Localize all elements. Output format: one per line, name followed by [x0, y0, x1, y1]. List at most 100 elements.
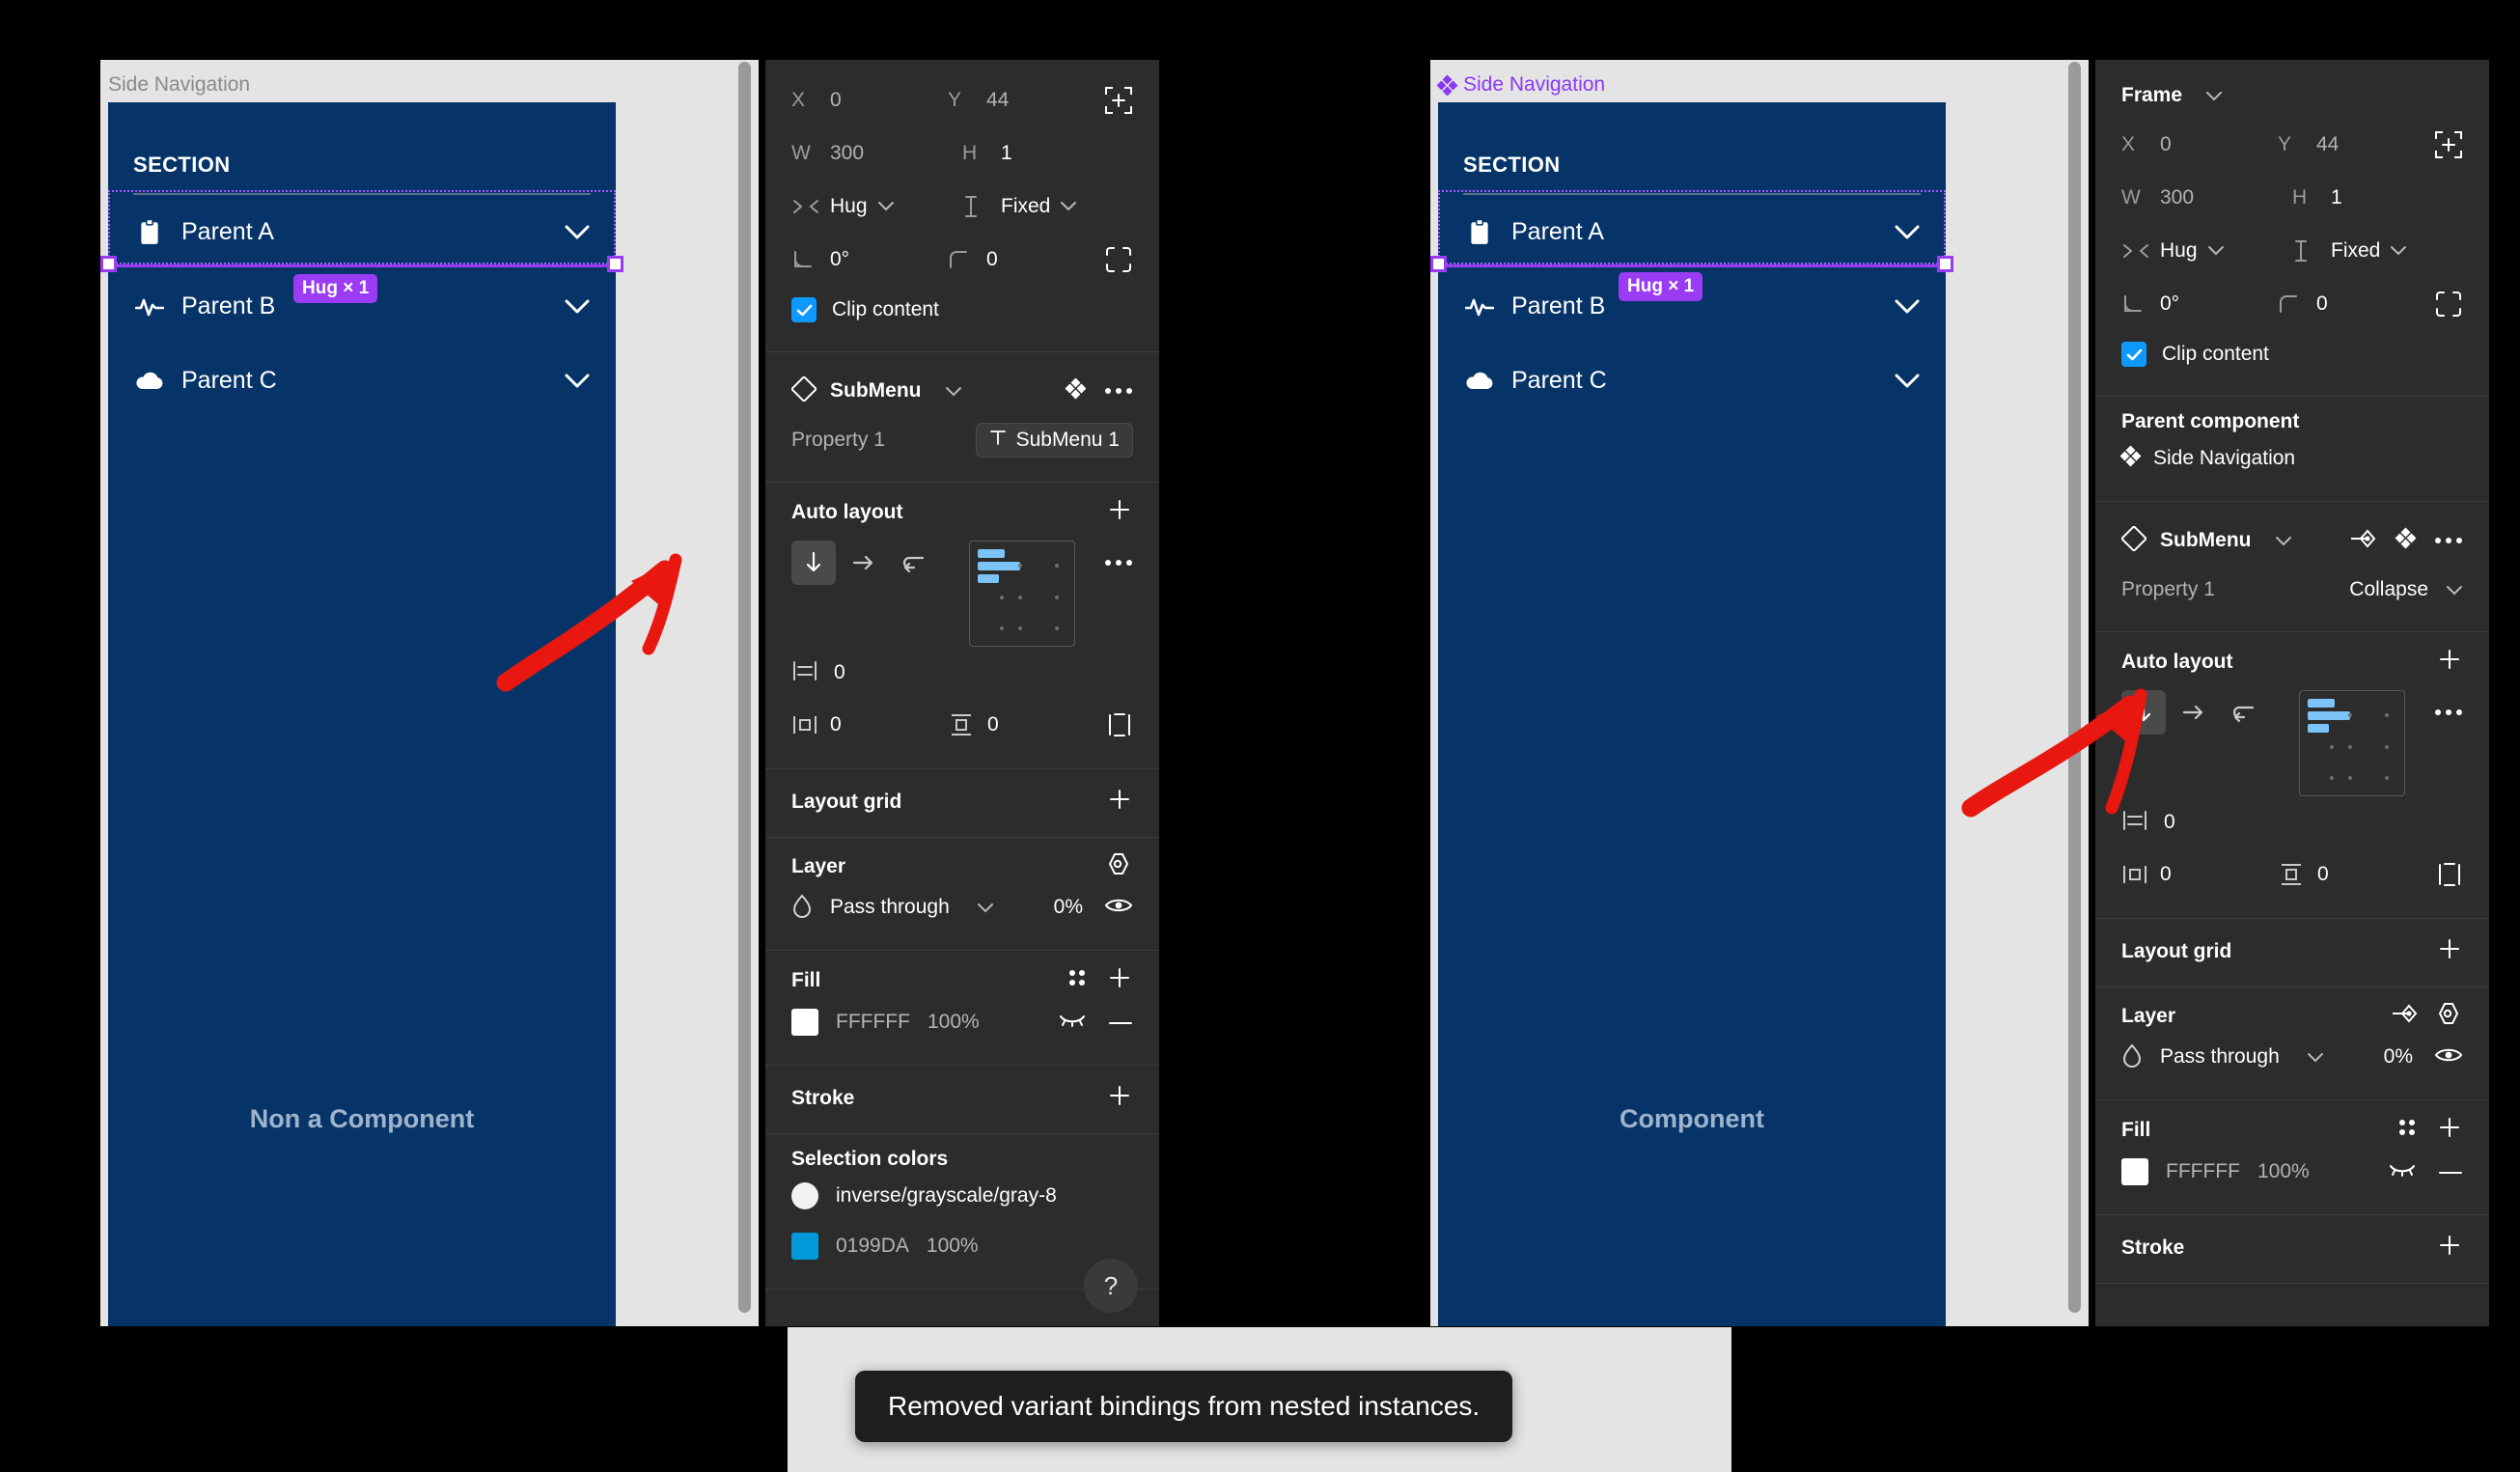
- left-horizontal-resizing[interactable]: Hug: [791, 195, 962, 218]
- right-corner-radius-field[interactable]: 0: [2278, 292, 2434, 316]
- right-nav-item-parent-a[interactable]: Parent A: [1438, 195, 1946, 269]
- more-options-icon[interactable]: [1104, 382, 1133, 400]
- right-opacity-value[interactable]: 0%: [2384, 1045, 2413, 1069]
- add-stroke-icon[interactable]: [1106, 1082, 1133, 1115]
- chevron-down-icon[interactable]: [2307, 1052, 2324, 1063]
- individual-padding-icon[interactable]: [2436, 861, 2463, 888]
- right-selection-handle-start[interactable]: [1430, 256, 1447, 272]
- right-frame-label[interactable]: Side Navigation: [1436, 73, 1605, 97]
- right-horizontal-resizing[interactable]: Hug: [2121, 239, 2292, 263]
- right-blend-row[interactable]: Pass through 0%: [2121, 1032, 2463, 1082]
- chevron-down-icon[interactable]: [2205, 91, 2223, 101]
- checkbox-checked-icon[interactable]: [791, 297, 817, 322]
- left-canvas-scrollbar[interactable]: [738, 62, 751, 1313]
- left-vertical-resizing[interactable]: Fixed: [962, 194, 1133, 219]
- chevron-down-icon[interactable]: [2446, 585, 2463, 596]
- right-gap-row[interactable]: 0: [2121, 796, 2463, 848]
- fill-styles-icon[interactable]: [1066, 966, 1089, 995]
- left-x-field[interactable]: X 0: [791, 89, 948, 112]
- right-selection-handle-end[interactable]: [1937, 256, 1953, 272]
- right-clip-content-row[interactable]: Clip content: [2121, 330, 2463, 378]
- chevron-down-icon[interactable]: [564, 224, 591, 241]
- left-property-value-chip[interactable]: SubMenu 1: [975, 423, 1133, 458]
- chevron-down-icon[interactable]: [1894, 224, 1921, 241]
- chevron-down-icon[interactable]: [977, 903, 994, 913]
- add-autolayout-icon[interactable]: [1106, 496, 1133, 529]
- add-layout-grid-icon[interactable]: [2436, 935, 2463, 968]
- right-fill-row[interactable]: FFFFFF 100%: [2121, 1147, 2463, 1197]
- layer-styles-icon[interactable]: [1106, 851, 1133, 882]
- left-nav-item-parent-c[interactable]: Parent C: [108, 344, 616, 418]
- add-fill-icon[interactable]: [1106, 964, 1133, 997]
- left-instance-row[interactable]: SubMenu: [789, 366, 1133, 416]
- autolayout-more-icon[interactable]: [2434, 690, 2463, 735]
- left-h-field[interactable]: H 1: [962, 142, 1133, 165]
- left-selection-color-row-2[interactable]: 0199DA 100%: [791, 1221, 1133, 1271]
- more-options-icon[interactable]: [2434, 532, 2463, 549]
- add-to-position-icon[interactable]: [1104, 86, 1133, 115]
- chevron-down-icon[interactable]: [945, 386, 962, 397]
- left-selection-color-swatch-2[interactable]: [791, 1233, 818, 1260]
- autolayout-more-icon[interactable]: [1104, 541, 1133, 585]
- right-nav-item-parent-c[interactable]: Parent C: [1438, 344, 1946, 418]
- chevron-down-icon[interactable]: [2390, 245, 2407, 256]
- add-to-position-icon[interactable]: [2434, 130, 2463, 159]
- chevron-down-icon[interactable]: [2275, 536, 2292, 546]
- add-autolayout-icon[interactable]: [2436, 646, 2463, 679]
- left-rotation-field[interactable]: 0°: [791, 248, 948, 271]
- component-cluster-icon[interactable]: [2395, 527, 2417, 552]
- hidden-eye-icon[interactable]: [1058, 1014, 1087, 1032]
- right-padding-vertical[interactable]: 0: [2279, 862, 2436, 887]
- left-opacity-value[interactable]: 0%: [1054, 896, 1083, 919]
- right-instance-row[interactable]: SubMenu: [2119, 515, 2463, 566]
- left-alignment-pad[interactable]: [969, 541, 1075, 647]
- apply-variable-icon[interactable]: [2390, 1001, 2419, 1032]
- right-y-field[interactable]: Y 44: [2278, 133, 2434, 156]
- autolayout-horizontal-icon[interactable]: [842, 541, 886, 585]
- autolayout-vertical-icon[interactable]: [2121, 690, 2166, 735]
- chevron-down-icon[interactable]: [1060, 201, 1077, 211]
- left-y-field[interactable]: Y 44: [948, 89, 1104, 112]
- left-properties-panel[interactable]: X 0 Y 44 W 300 H 1 Hug Fixed 0° 0 Clip c…: [765, 60, 1159, 1326]
- fill-styles-icon[interactable]: [2395, 1116, 2419, 1145]
- component-cluster-icon[interactable]: [1065, 377, 1087, 403]
- right-properties-panel[interactable]: Frame X 0 Y 44 W 300 H 1 Hug Fixed 0° 0 …: [2095, 60, 2489, 1326]
- left-corner-radius-field[interactable]: 0: [948, 248, 1104, 271]
- right-design-canvas[interactable]: Side Navigation SECTION Parent A Parent …: [1430, 60, 2089, 1326]
- individual-padding-icon[interactable]: [1106, 711, 1133, 738]
- left-padding-horizontal[interactable]: 0: [791, 713, 949, 736]
- right-vertical-resizing[interactable]: Fixed: [2292, 238, 2463, 264]
- visibility-eye-icon[interactable]: [1104, 896, 1133, 920]
- independent-corners-icon[interactable]: [1104, 245, 1133, 274]
- add-stroke-icon[interactable]: [2436, 1232, 2463, 1264]
- left-selection-handle-end[interactable]: [607, 256, 623, 272]
- right-h-field[interactable]: H 1: [2292, 186, 2463, 209]
- right-w-field[interactable]: W 300: [2121, 186, 2292, 209]
- remove-fill-icon[interactable]: [1108, 1014, 1133, 1031]
- add-fill-icon[interactable]: [2436, 1114, 2463, 1147]
- autolayout-vertical-icon[interactable]: [791, 541, 836, 585]
- right-canvas-scrollbar[interactable]: [2068, 62, 2081, 1313]
- chevron-down-icon[interactable]: [877, 201, 895, 211]
- chevron-down-icon[interactable]: [564, 298, 591, 316]
- left-fill-swatch[interactable]: [791, 1009, 818, 1036]
- right-fill-swatch[interactable]: [2121, 1158, 2148, 1185]
- add-layout-grid-icon[interactable]: [1106, 786, 1133, 819]
- left-gap-row[interactable]: 0: [791, 647, 1133, 699]
- left-padding-vertical[interactable]: 0: [949, 712, 1106, 737]
- right-rotation-field[interactable]: 0°: [2121, 292, 2278, 316]
- left-nav-item-parent-a[interactable]: Parent A: [108, 195, 616, 269]
- left-design-canvas[interactable]: Side Navigation SECTION Parent A Parent …: [100, 60, 759, 1326]
- chevron-down-icon[interactable]: [2207, 245, 2225, 256]
- right-parent-component-row[interactable]: Side Navigation: [2119, 433, 2463, 484]
- layer-styles-icon[interactable]: [2436, 1001, 2463, 1032]
- independent-corners-icon[interactable]: [2434, 290, 2463, 319]
- autolayout-wrap-icon[interactable]: [2222, 690, 2266, 735]
- left-property-row[interactable]: Property 1 SubMenu 1: [791, 416, 1133, 464]
- apply-variable-icon[interactable]: [2348, 526, 2377, 556]
- right-property-value[interactable]: Collapse: [2349, 578, 2428, 601]
- right-node-type-row[interactable]: Frame: [2121, 73, 2463, 118]
- left-selection-color-swatch-1[interactable]: [791, 1182, 818, 1209]
- left-frame-label[interactable]: Side Navigation: [108, 73, 250, 97]
- left-clip-content-row[interactable]: Clip content: [791, 286, 1133, 334]
